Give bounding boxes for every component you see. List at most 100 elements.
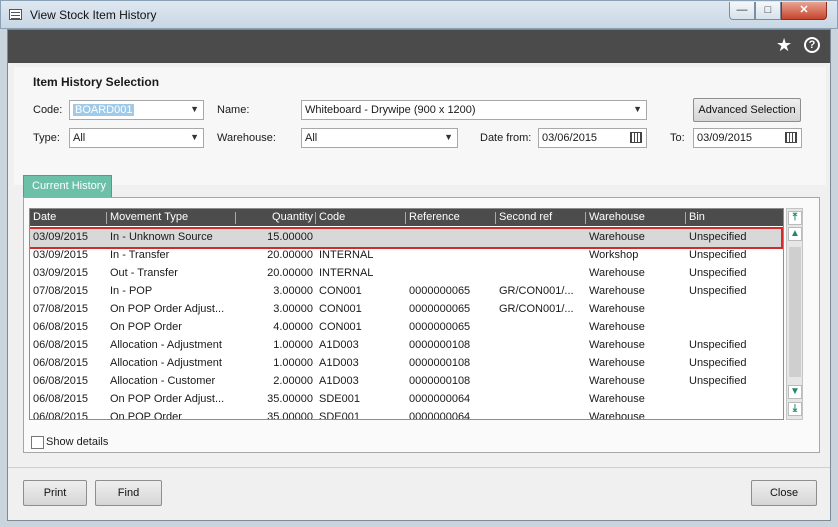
vertical-scrollbar[interactable]: ⤒ ▲ ▼ ⤓ — [786, 208, 803, 420]
cell-date: 06/08/2015 — [33, 375, 89, 387]
date-from-field[interactable]: 03/06/2015 — [538, 128, 647, 148]
scroll-up-icon[interactable]: ▲ — [788, 227, 802, 241]
scroll-bottom-icon[interactable]: ⤓ — [788, 402, 802, 416]
date-from-label: Date from: — [480, 132, 532, 144]
column-header-code[interactable]: Code — [314, 211, 345, 224]
table-row[interactable]: 06/08/2015 On POP Order 4.00000 CON001 00000… — [30, 319, 783, 337]
column-header-bin[interactable]: Bin — [685, 211, 705, 224]
cell-movement-type: In - Transfer — [110, 249, 170, 261]
table-row[interactable]: 07/08/2015 On POP Order Adjust... 3.00000 C… — [30, 301, 783, 319]
window-app-icon — [9, 9, 22, 20]
cell-date: 07/08/2015 — [33, 303, 89, 315]
dialog-frame: ★ ? Item History Selection Code: BOARD00… — [7, 29, 831, 521]
chevron-down-icon[interactable]: ▼ — [633, 104, 642, 114]
find-button[interactable]: Find — [95, 480, 162, 506]
cell-quantity: 20.00000 — [267, 267, 313, 279]
cell-warehouse: Warehouse — [589, 357, 645, 369]
help-icon[interactable]: ? — [804, 37, 820, 53]
column-header-quantity[interactable]: Quantity — [235, 211, 313, 224]
cell-movement-type: In - POP — [110, 285, 153, 297]
date-from-value: 03/06/2015 — [542, 132, 598, 144]
scroll-top-icon[interactable]: ⤒ — [788, 211, 802, 225]
cell-second-ref: GR/CON001/... — [499, 285, 574, 297]
warehouse-label: Warehouse: — [217, 132, 276, 144]
maximize-button[interactable]: □ — [755, 2, 781, 20]
cell-reference: 0000000065 — [409, 321, 471, 333]
cell-code: SDE001 — [319, 393, 360, 405]
cell-reference: 0000000108 — [409, 339, 471, 351]
cell-quantity: 1.00000 — [273, 357, 313, 369]
cell-code: INTERNAL — [319, 249, 374, 261]
name-combobox[interactable]: Whiteboard - Drywipe (900 x 1200) ▼ — [301, 100, 647, 120]
calendar-icon[interactable] — [630, 132, 642, 143]
cell-movement-type: Allocation - Adjustment — [110, 339, 222, 351]
table-row[interactable]: 07/08/2015 In - POP 3.00000 CON001 000000006… — [30, 283, 783, 301]
cell-date: 03/09/2015 — [33, 249, 89, 261]
print-button[interactable]: Print — [23, 480, 87, 506]
table-row[interactable]: 03/09/2015 In - Unknown Source 15.00000 War… — [30, 229, 783, 247]
close-button[interactable]: Close — [751, 480, 817, 506]
star-icon[interactable]: ★ — [776, 35, 792, 56]
table-row[interactable]: 06/08/2015 Allocation - Adjustment 1.00000… — [30, 355, 783, 373]
cell-reference: 0000000064 — [409, 411, 471, 420]
table-row[interactable]: 03/09/2015 In - Transfer 20.00000 INTERNAL W… — [30, 247, 783, 265]
table-row[interactable]: 06/08/2015 On POP Order 35.00000 SDE001 0000… — [30, 409, 783, 420]
code-label: Code: — [33, 104, 63, 116]
cell-code: CON001 — [319, 285, 362, 297]
cell-quantity: 35.00000 — [267, 411, 313, 420]
cell-movement-type: On POP Order — [110, 321, 182, 333]
cell-reference: 0000000108 — [409, 375, 471, 387]
date-to-field[interactable]: 03/09/2015 — [693, 128, 802, 148]
cell-reference: 0000000065 — [409, 285, 471, 297]
show-details-checkbox[interactable] — [31, 436, 44, 449]
cell-warehouse: Warehouse — [589, 393, 645, 405]
table-row[interactable]: 06/08/2015 On POP Order Adjust... 35.00000… — [30, 391, 783, 409]
cell-code: A1D003 — [319, 357, 359, 369]
column-header-date[interactable]: Date — [33, 211, 56, 223]
name-value: Whiteboard - Drywipe (900 x 1200) — [305, 104, 476, 116]
cell-code: A1D003 — [319, 375, 359, 387]
cell-second-ref: GR/CON001/... — [499, 303, 574, 315]
calendar-icon[interactable] — [785, 132, 797, 143]
cell-warehouse: Warehouse — [589, 231, 645, 243]
cell-quantity: 35.00000 — [267, 393, 313, 405]
cell-movement-type: Allocation - Adjustment — [110, 357, 222, 369]
cell-date: 06/08/2015 — [33, 339, 89, 351]
chevron-down-icon[interactable]: ▼ — [190, 104, 199, 114]
table-row[interactable]: 06/08/2015 Allocation - Adjustment 1.00000… — [30, 337, 783, 355]
cell-bin: Unspecified — [689, 285, 747, 297]
cell-date: 06/08/2015 — [33, 321, 89, 333]
cell-movement-type: On POP Order Adjust... — [110, 393, 225, 405]
cell-date: 03/09/2015 — [33, 231, 89, 243]
advanced-selection-button[interactable]: Advanced Selection — [693, 98, 801, 122]
cell-date: 06/08/2015 — [33, 357, 89, 369]
warehouse-combobox[interactable]: All ▼ — [301, 128, 458, 148]
chevron-down-icon[interactable]: ▼ — [190, 132, 199, 142]
column-header-reference[interactable]: Reference — [405, 211, 460, 224]
history-grid: Date Movement Type Quantity Code Referen… — [29, 208, 784, 420]
table-row[interactable]: 03/09/2015 Out - Transfer 20.00000 INTERNAL… — [30, 265, 783, 283]
show-details-label: Show details — [46, 436, 109, 448]
minimize-button[interactable]: — — [729, 2, 755, 20]
code-combobox[interactable]: BOARD001 ▼ — [69, 100, 204, 120]
cell-bin: Unspecified — [689, 357, 747, 369]
cell-code: CON001 — [319, 321, 362, 333]
window-close-button[interactable]: ✕ — [781, 2, 827, 20]
column-header-second-ref[interactable]: Second ref — [494, 211, 552, 224]
chevron-down-icon[interactable]: ▼ — [444, 132, 453, 142]
type-value: All — [73, 132, 86, 144]
cell-reference: 0000000108 — [409, 357, 471, 369]
column-header-warehouse[interactable]: Warehouse — [585, 211, 645, 224]
table-row[interactable]: 06/08/2015 Allocation - Customer 2.00000 A1… — [30, 373, 783, 391]
cell-quantity: 3.00000 — [273, 285, 313, 297]
tab-current-history[interactable]: Current History — [23, 175, 112, 197]
column-header-movement-type[interactable]: Movement Type — [105, 211, 188, 224]
scroll-down-icon[interactable]: ▼ — [788, 385, 802, 399]
cell-quantity: 1.00000 — [273, 339, 313, 351]
cell-bin: Unspecified — [689, 267, 747, 279]
scrollbar-thumb[interactable] — [789, 247, 801, 377]
cell-bin: Unspecified — [689, 231, 747, 243]
cell-date: 03/09/2015 — [33, 267, 89, 279]
type-combobox[interactable]: All ▼ — [69, 128, 204, 148]
cell-warehouse: Warehouse — [589, 375, 645, 387]
